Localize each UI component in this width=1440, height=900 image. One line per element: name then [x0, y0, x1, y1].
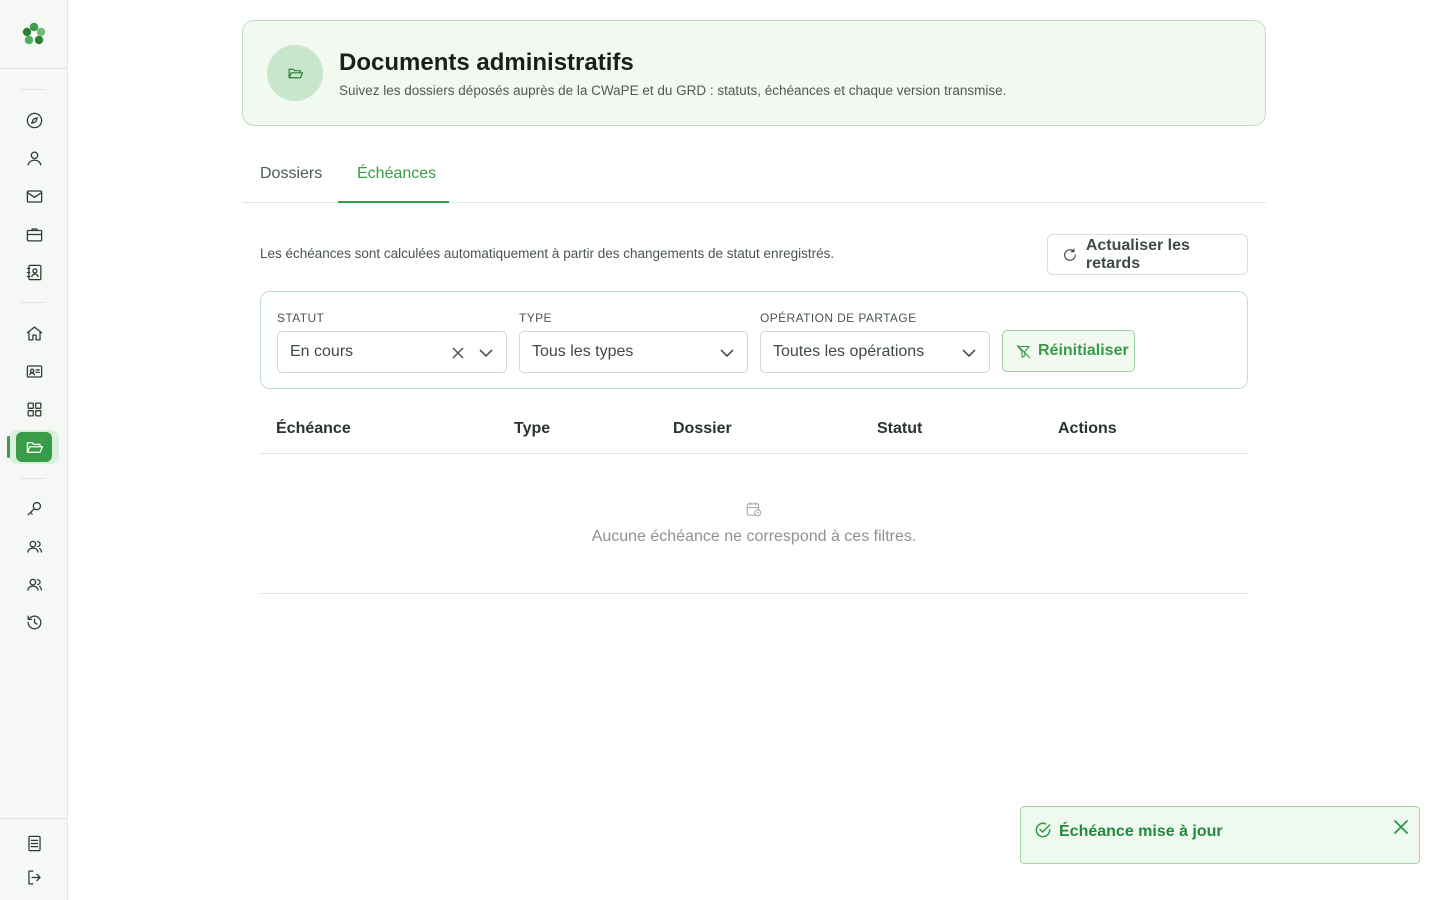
refresh-delays-button[interactable]: Actualiser les retards	[1047, 234, 1248, 275]
sidebar	[0, 0, 68, 900]
sidebar-item-home[interactable]	[16, 318, 52, 348]
contact-book-icon	[26, 264, 41, 280]
refresh-delays-label: Actualiser les retards	[1085, 236, 1190, 272]
reset-filters-button[interactable]: Réinitialiser	[1002, 330, 1135, 372]
status-select[interactable]: En cours	[277, 331, 507, 373]
column-header-dossier[interactable]: Dossier	[673, 420, 732, 438]
sidebar-divider	[0, 68, 67, 69]
document-list-icon	[27, 835, 41, 851]
sidebar-divider	[0, 818, 67, 819]
users-icon	[26, 540, 42, 553]
sidebar-divider	[20, 302, 46, 303]
success-toast: Échéance mise à jour	[1020, 806, 1420, 864]
sidebar-item-documents[interactable]	[16, 432, 52, 462]
operation-select[interactable]: Toutes les opérations	[760, 331, 990, 373]
clear-icon[interactable]	[450, 345, 466, 361]
chevron-down-icon	[720, 349, 734, 358]
column-header-statut[interactable]: Statut	[877, 420, 922, 438]
compass-icon	[26, 112, 42, 128]
mail-icon	[26, 189, 42, 203]
active-tab-indicator	[338, 201, 449, 203]
table-header: Échéance Type Dossier Statut Actions	[260, 410, 1248, 454]
toast-message: Échéance mise à jour	[1059, 823, 1223, 840]
page-subtitle: Suivez les dossiers déposés auprès de la…	[339, 83, 1007, 98]
tab-dossiers[interactable]: Dossiers	[260, 165, 322, 183]
user-icon	[27, 151, 41, 165]
home-icon	[26, 326, 42, 340]
tab-bar: Dossiers Échéances	[242, 148, 1266, 203]
sidebar-item-messages[interactable]	[16, 181, 52, 211]
tab-echeances[interactable]: Échéances	[357, 165, 436, 183]
folder-open-icon	[26, 441, 43, 453]
clover-logo[interactable]	[19, 19, 49, 49]
chevron-down-icon	[479, 349, 493, 358]
sidebar-divider	[20, 478, 46, 479]
sidebar-item-dashboard[interactable]	[16, 394, 52, 424]
sidebar-item-users[interactable]	[16, 531, 52, 561]
sidebar-item-history[interactable]	[16, 607, 52, 637]
reset-filters-label: Réinitialiser	[1038, 342, 1129, 359]
sidebar-item-business[interactable]	[16, 219, 52, 249]
sidebar-item-members[interactable]	[16, 356, 52, 386]
sidebar-item-keys[interactable]	[16, 493, 52, 523]
column-header-type[interactable]: Type	[514, 420, 550, 438]
sidebar-item-logs[interactable]	[16, 828, 52, 858]
folder-open-icon	[288, 68, 303, 78]
refresh-icon	[1064, 247, 1076, 261]
sidebar-item-explore[interactable]	[16, 105, 52, 135]
calendar-clock-icon	[746, 502, 762, 517]
empty-state-message: Aucune échéance ne correspond à ces filt…	[591, 528, 917, 545]
operation-filter-label: Opération de partage	[760, 311, 917, 325]
sidebar-active-indicator	[7, 436, 10, 458]
sidebar-item-contacts[interactable]	[16, 257, 52, 287]
briefcase-icon	[26, 227, 42, 241]
info-text: Les échéances sont calculées automatique…	[260, 246, 835, 261]
column-header-echeance[interactable]: Échéance	[276, 420, 351, 438]
key-icon	[27, 501, 41, 515]
logout-icon	[27, 870, 41, 884]
filter-off-icon	[1016, 344, 1031, 358]
sidebar-item-team[interactable]	[16, 569, 52, 599]
type-filter-label: Type	[519, 311, 552, 325]
grid-icon	[27, 402, 41, 416]
id-card-icon	[26, 364, 42, 378]
page-header-card: Documents administratifs Suivez les doss…	[242, 20, 1266, 126]
close-icon[interactable]	[1391, 817, 1411, 837]
type-select[interactable]: Tous les types	[519, 331, 748, 373]
page-title: Documents administratifs	[339, 49, 634, 76]
table-empty-state: Aucune échéance ne correspond à ces filt…	[260, 454, 1248, 594]
sidebar-item-logout[interactable]	[16, 862, 52, 892]
chevron-down-icon	[962, 349, 976, 358]
filters-panel: Statut En cours Type Tous les types Opér…	[260, 291, 1248, 389]
header-badge	[267, 45, 323, 101]
team-icon	[26, 578, 42, 591]
status-filter-label: Statut	[277, 311, 325, 325]
check-circle-icon	[1035, 822, 1051, 838]
column-header-actions: Actions	[1058, 420, 1117, 437]
type-select-value: Tous les types	[532, 343, 634, 360]
status-select-value: En cours	[290, 343, 354, 360]
history-icon	[27, 615, 41, 629]
sidebar-divider	[20, 89, 46, 90]
sidebar-item-profile[interactable]	[16, 143, 52, 173]
operation-select-value: Toutes les opérations	[773, 343, 925, 360]
